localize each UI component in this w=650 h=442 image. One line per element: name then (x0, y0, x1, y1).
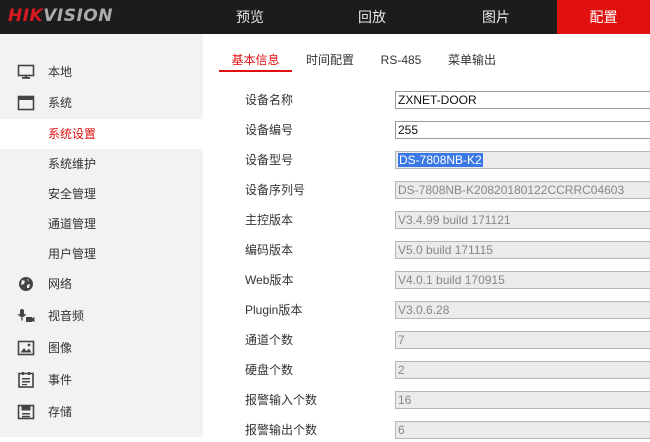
sidebar-item-label: 网络 (48, 277, 73, 291)
main-version-label: 主控版本 (245, 213, 294, 227)
nav-picture[interactable]: 图片 (446, 0, 546, 34)
sidebar-item-label: 图像 (48, 341, 73, 355)
sidebar-item-event[interactable]: 事件 (0, 365, 203, 395)
alarm-output-count-label: 报警输出个数 (245, 423, 318, 437)
disk-count-field[interactable]: 2 (395, 361, 650, 379)
form-row-web-version: Web版本 V4.0.1 build 170915 (203, 268, 650, 292)
storage-disk-icon (17, 404, 35, 420)
sidebar: 本地 系统 系统设置 系统维护 安全管理 通道管理 用户管理 网络 视音频 图像 (0, 34, 203, 437)
tab-time-config[interactable]: 时间配置 (300, 50, 360, 70)
logo-text-hik: HIK (8, 6, 44, 26)
nav-playback[interactable]: 回放 (322, 0, 422, 34)
device-number-label: 设备编号 (245, 123, 294, 137)
disk-count-label: 硬盘个数 (245, 363, 294, 377)
globe-icon (17, 276, 35, 292)
web-version-field[interactable]: V4.0.1 build 170915 (395, 271, 650, 289)
sidebar-item-storage[interactable]: 存储 (0, 397, 203, 427)
form-row-alarm-output-count: 报警输出个数 6 (203, 418, 650, 442)
alarm-input-count-label: 报警输入个数 (245, 393, 318, 407)
tab-basic-info[interactable]: 基本信息 (219, 50, 292, 70)
device-model-label: 设备型号 (245, 153, 294, 167)
plugin-version-field[interactable]: V3.0.6.28 (395, 301, 650, 319)
encode-version-field[interactable]: V5.0 build 171115 (395, 241, 650, 259)
sidebar-item-channel[interactable]: 通道管理 (0, 209, 203, 239)
sidebar-item-system[interactable]: 系统 (0, 88, 203, 118)
sidebar-item-label: 安全管理 (48, 187, 97, 201)
sidebar-item-label: 系统设置 (48, 127, 97, 141)
main-version-field[interactable]: V3.4.99 build 171121 (395, 211, 650, 229)
sidebar-item-user[interactable]: 用户管理 (0, 239, 203, 269)
nav-preview[interactable]: 预览 (200, 0, 300, 34)
form-row-encode-version: 编码版本 V5.0 build 171115 (203, 238, 650, 262)
device-name-label: 设备名称 (245, 93, 294, 107)
sidebar-item-label: 事件 (48, 373, 73, 387)
alarm-input-count-field[interactable]: 16 (395, 391, 650, 409)
channel-count-field[interactable]: 7 (395, 331, 650, 349)
plugin-version-label: Plugin版本 (245, 303, 303, 317)
image-icon (17, 340, 35, 356)
sidebar-item-local[interactable]: 本地 (0, 57, 203, 87)
sidebar-item-audio-video[interactable]: 视音频 (0, 301, 203, 331)
device-model-field[interactable]: DS-7808NB-K2 (395, 151, 650, 169)
encode-version-label: 编码版本 (245, 243, 294, 257)
form-row-device-name: 设备名称 ZXNET-DOOR (203, 88, 650, 112)
sidebar-item-image[interactable]: 图像 (0, 333, 203, 363)
sidebar-item-label: 系统 (48, 96, 73, 110)
form-row-plugin-version: Plugin版本 V3.0.6.28 (203, 298, 650, 322)
web-version-label: Web版本 (245, 273, 294, 287)
event-list-icon (17, 372, 35, 388)
serial-number-field[interactable]: DS-7808NB-K20820180122CCRRC04603 (395, 181, 650, 199)
tab-menu-output[interactable]: 菜单输出 (440, 50, 504, 70)
form-row-serial-number: 设备序列号 DS-7808NB-K20820180122CCRRC04603 (203, 178, 650, 202)
sidebar-item-label: 系统维护 (48, 157, 97, 171)
sidebar-item-label: 本地 (48, 65, 73, 79)
sidebar-item-system-maintenance[interactable]: 系统维护 (0, 149, 203, 179)
form-row-device-number: 设备编号 255 (203, 118, 650, 142)
device-name-field[interactable]: ZXNET-DOOR (395, 91, 650, 109)
sidebar-item-system-settings[interactable]: 系统设置 (0, 119, 203, 149)
top-nav-bar: HIKVISION 预览 回放 图片 配置 (0, 0, 650, 34)
form-row-main-version: 主控版本 V3.4.99 build 171121 (203, 208, 650, 232)
microphone-camera-icon (17, 308, 35, 324)
hikvision-logo: HIKVISION (8, 4, 113, 28)
sidebar-item-label: 存储 (48, 405, 73, 419)
channel-count-label: 通道个数 (245, 333, 294, 347)
device-number-field[interactable]: 255 (395, 121, 650, 139)
sidebar-item-network[interactable]: 网络 (0, 269, 203, 299)
active-tab-indicator (219, 70, 292, 72)
form-row-channel-count: 通道个数 7 (203, 328, 650, 352)
alarm-output-count-field[interactable]: 6 (395, 421, 650, 439)
sidebar-item-label: 通道管理 (48, 217, 97, 231)
selected-text: DS-7808NB-K2 (398, 153, 483, 167)
logo-text-vision: VISION (43, 6, 113, 26)
tab-rs485[interactable]: RS-485 (374, 50, 428, 70)
form-row-alarm-input-count: 报警输入个数 16 (203, 388, 650, 412)
sidebar-item-security[interactable]: 安全管理 (0, 179, 203, 209)
sidebar-item-label: 视音频 (48, 309, 85, 323)
monitor-icon (17, 64, 35, 80)
system-window-icon (17, 95, 35, 111)
form-row-device-model: 设备型号 DS-7808NB-K2 (203, 148, 650, 172)
serial-number-label: 设备序列号 (245, 183, 306, 197)
form-row-disk-count: 硬盘个数 2 (203, 358, 650, 382)
sidebar-item-label: 用户管理 (48, 247, 97, 261)
nav-config[interactable]: 配置 (557, 0, 650, 34)
